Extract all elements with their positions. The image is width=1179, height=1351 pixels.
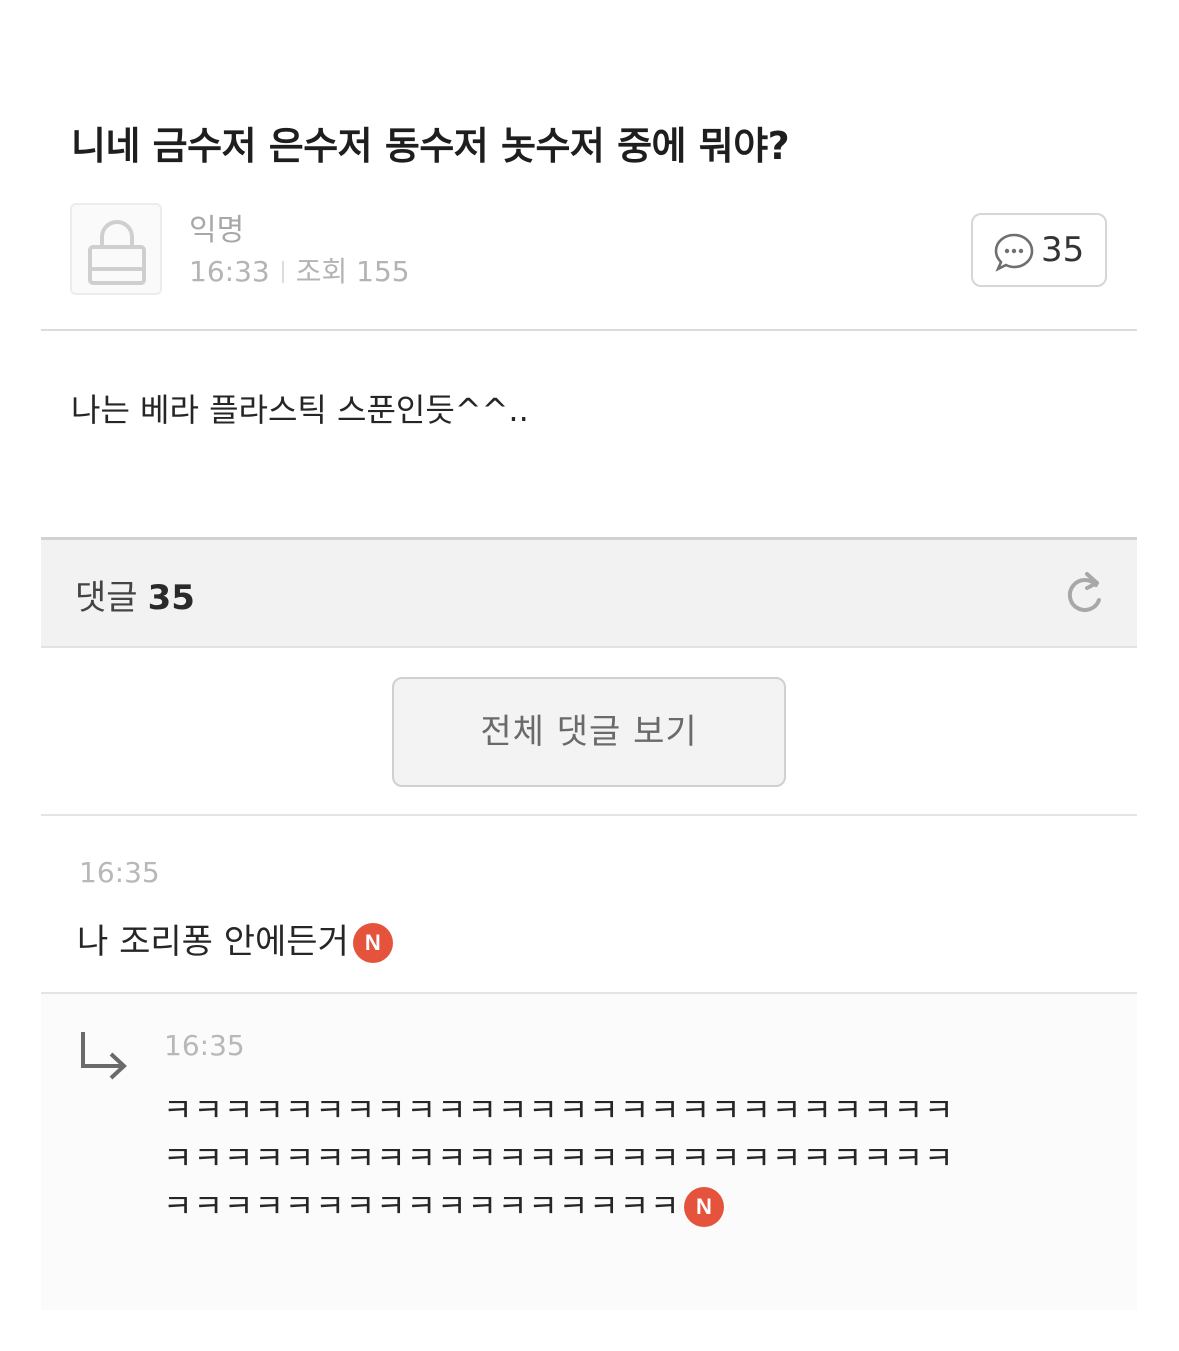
post-views: 조회 155 — [295, 255, 410, 288]
reply-arrow-icon — [81, 1032, 127, 1080]
comment-text: 나 조리퐁 안에든거 — [77, 922, 349, 962]
comment-text-row: 나 조리퐁 안에든거 N — [77, 914, 393, 963]
reply-text-block: ㅋㅋㅋㅋㅋㅋㅋㅋㅋㅋㅋㅋㅋㅋㅋㅋㅋㅋㅋㅋㅋㅋㅋㅋㅋㅋㅋㅋㅋㅋㅋㅋㅋㅋㅋㅋㅋㅋㅋㅋ… — [163, 1086, 983, 1230]
reply-item: 16:35 ㅋㅋㅋㅋㅋㅋㅋㅋㅋㅋㅋㅋㅋㅋㅋㅋㅋㅋㅋㅋㅋㅋㅋㅋㅋㅋㅋㅋㅋㅋㅋㅋㅋㅋ… — [41, 994, 1137, 1310]
refresh-icon[interactable] — [1063, 568, 1107, 618]
lock-icon — [88, 220, 146, 285]
post-header: 니네 금수저 은수저 동수저 놋수저 중에 뭐야? 익명 16:33 조회 155… — [41, 95, 1137, 331]
meta-divider — [281, 261, 284, 283]
speech-bubble-icon — [994, 233, 1034, 272]
reply-time: 16:35 — [164, 1029, 245, 1062]
post-body: 나는 베라 플라스틱 스푼인듯^^.. — [71, 391, 529, 429]
post-card: 니네 금수저 은수저 동수저 놋수저 중에 뭐야? 익명 16:33 조회 155… — [41, 95, 1137, 1310]
post-title: 니네 금수저 은수저 동수저 놋수저 중에 뭐야? — [71, 124, 790, 168]
comment-count-button[interactable]: 35 — [971, 213, 1107, 287]
comment-item: 16:35 나 조리퐁 안에든거 N — [41, 816, 1137, 994]
comments-label: 댓글 35 — [75, 570, 195, 619]
comments-title: 댓글 — [75, 578, 138, 618]
post-meta: 16:33 조회 155 — [189, 250, 410, 290]
view-all-comments-button[interactable]: 전체 댓글 보기 — [392, 677, 786, 787]
new-badge: N — [352, 923, 393, 963]
new-badge: N — [684, 1187, 725, 1227]
post-time: 16:33 — [189, 255, 270, 288]
comment-count: 35 — [1041, 230, 1085, 270]
author-name: 익명 — [189, 213, 245, 248]
comments-count: 35 — [147, 578, 195, 618]
comment-time: 16:35 — [79, 856, 160, 889]
author-avatar — [70, 203, 162, 295]
comments-header: 댓글 35 — [41, 537, 1137, 648]
reply-text: ㅋㅋㅋㅋㅋㅋㅋㅋㅋㅋㅋㅋㅋㅋㅋㅋㅋㅋㅋㅋㅋㅋㅋㅋㅋㅋㅋㅋㅋㅋㅋㅋㅋㅋㅋㅋㅋㅋㅋㅋ… — [163, 1091, 955, 1225]
view-all-area: 전체 댓글 보기 — [41, 648, 1137, 816]
